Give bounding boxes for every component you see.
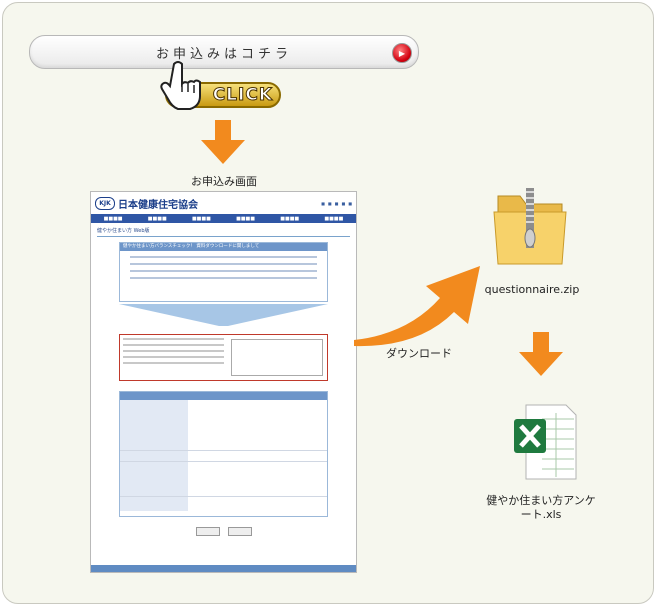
download-info-box: 健やか住まい方バランスチェック！ 資料ダウンロードに関しまして [119,242,328,302]
zip-folder-icon[interactable] [490,182,570,272]
download-form [119,391,328,517]
pointing-hand-icon [160,61,201,110]
play-icon: ▶ [392,43,412,63]
excel-file-icon[interactable] [512,403,578,481]
click-badge-label: CLICK [212,85,273,106]
site-footer [91,565,356,572]
download-label: ダウンロード [386,347,452,360]
curved-arrow-icon [354,266,480,347]
site-nav: ■■■■ ■■■■ ■■■■ ■■■■ ■■■■ ■■■■ [91,214,356,223]
form-buttons [91,527,356,536]
page-section: 健やか住まい方 Web版 [97,227,350,237]
zip-file-name: questionnaire.zip [484,283,580,296]
site-header: KJK 日本健康住宅協会 ■ ■ ■ ■ ■ [91,192,356,214]
site-logo: 日本健康住宅協会 [118,199,198,211]
apply-button[interactable]: お申込みはコチラ ▶ [29,35,419,69]
download-info-title: 健やか住まい方バランスチェック！ 資料ダウンロードに関しまして [120,243,327,251]
flow-diagram: お申込みはコチラ ▶ CLICK お申込み画面 KJK 日本健康住宅協会 ■ ■ ■… [0,0,656,606]
notice-sample [231,339,323,376]
download-form-title [120,392,327,400]
screen-caption: お申込み画面 [191,175,257,188]
excel-file-name: 健やか住まい方アンケート.xls [486,494,596,521]
notice-box [119,334,328,381]
header-links: ■ ■ ■ ■ ■ [321,200,352,206]
apply-button-label: お申込みはコチラ [155,46,292,62]
chevron-down-icon [119,304,328,326]
down-arrow-icon [201,120,245,164]
down-arrow-icon [519,332,563,376]
site-logo-icon: KJK [95,196,115,210]
form-screenshot: KJK 日本健康住宅協会 ■ ■ ■ ■ ■ ■■■■ ■■■■ ■■■■ ■■■■ ■■■■ ■… [90,191,357,573]
